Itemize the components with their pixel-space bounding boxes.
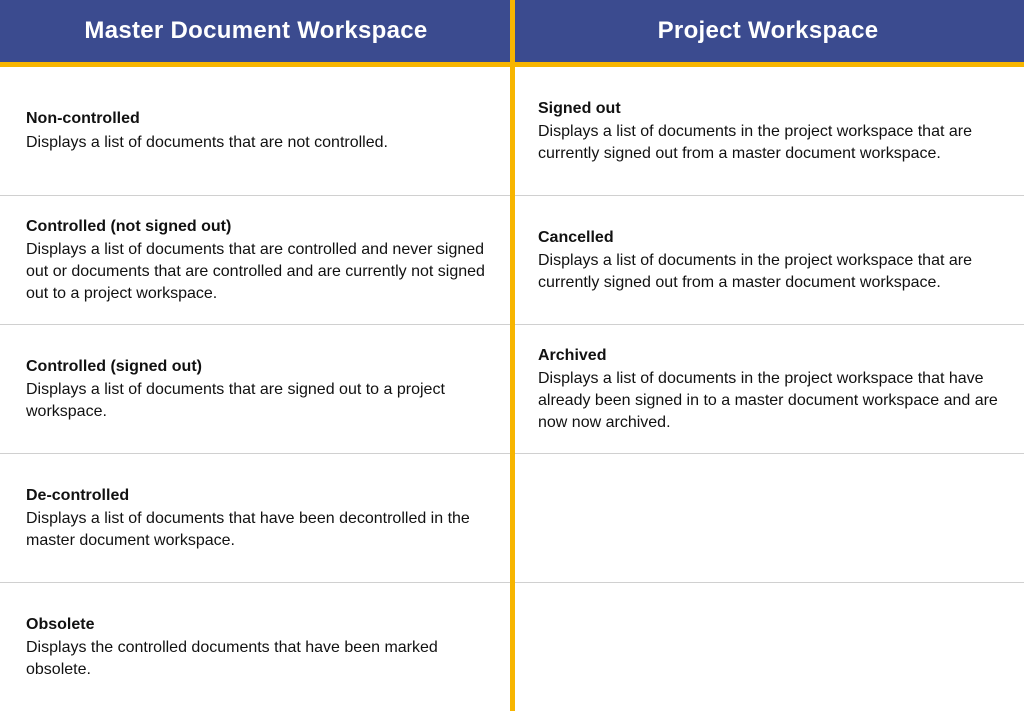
- comparison-table: Master Document Workspace Project Worksp…: [0, 0, 1024, 711]
- cell-left-0: Non-controlled Displays a list of docume…: [0, 67, 512, 195]
- cell-right-4: [512, 583, 1024, 711]
- item-desc: Displays a list of documents in the proj…: [538, 250, 998, 293]
- item-desc: Displays a list of documents that are co…: [26, 239, 486, 304]
- header-right: Project Workspace: [512, 0, 1024, 62]
- item-desc: Displays a list of documents in the proj…: [538, 121, 998, 164]
- cell-right-0: Signed out Displays a list of documents …: [512, 67, 1024, 195]
- item-desc: Displays a list of documents that have b…: [26, 508, 486, 551]
- item-desc: Displays the controlled documents that h…: [26, 637, 486, 680]
- cell-right-2: Archived Displays a list of documents in…: [512, 325, 1024, 453]
- item-title: Controlled (not signed out): [26, 216, 486, 238]
- header-left: Master Document Workspace: [0, 0, 512, 62]
- item-desc: Displays a list of documents that are no…: [26, 132, 486, 154]
- cell-left-1: Controlled (not signed out) Displays a l…: [0, 196, 512, 324]
- item-title: De-controlled: [26, 485, 486, 507]
- cell-right-1: Cancelled Displays a list of documents i…: [512, 196, 1024, 324]
- item-title: Signed out: [538, 98, 998, 120]
- cell-right-3: [512, 454, 1024, 582]
- item-desc: Displays a list of documents in the proj…: [538, 368, 998, 433]
- cell-left-4: Obsolete Displays the controlled documen…: [0, 583, 512, 711]
- item-title: Controlled (signed out): [26, 356, 486, 378]
- item-title: Non-controlled: [26, 108, 486, 130]
- item-title: Archived: [538, 345, 998, 367]
- cell-left-3: De-controlled Displays a list of documen…: [0, 454, 512, 582]
- item-title: Obsolete: [26, 614, 486, 636]
- cell-left-2: Controlled (signed out) Displays a list …: [0, 325, 512, 453]
- item-desc: Displays a list of documents that are si…: [26, 379, 486, 422]
- item-title: Cancelled: [538, 227, 998, 249]
- center-divider: [510, 0, 515, 711]
